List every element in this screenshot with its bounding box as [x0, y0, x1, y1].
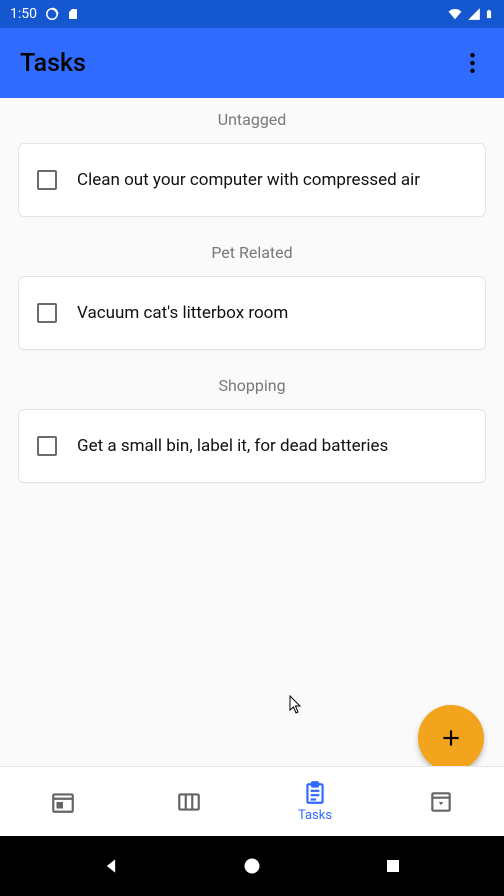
- calendar-day-icon: [50, 789, 76, 815]
- task-row[interactable]: Vacuum cat's litterbox room: [18, 276, 486, 350]
- add-task-fab[interactable]: [418, 705, 484, 766]
- nav-agenda[interactable]: [0, 767, 126, 836]
- battery-icon: [484, 6, 494, 22]
- archive-icon: [428, 789, 454, 815]
- section-header: Pet Related: [0, 231, 504, 270]
- section-header: Untagged: [0, 98, 504, 137]
- task-checkbox[interactable]: [37, 170, 57, 190]
- nav-label: Tasks: [298, 808, 332, 823]
- nav-tasks[interactable]: Tasks: [252, 767, 378, 836]
- columns-icon: [176, 789, 202, 815]
- sd-card-icon: [67, 7, 79, 21]
- nav-columns[interactable]: [126, 767, 252, 836]
- system-back-button[interactable]: [100, 855, 122, 877]
- nav-archive[interactable]: [378, 767, 504, 836]
- page-title: Tasks: [20, 49, 86, 78]
- system-nav: [0, 836, 504, 896]
- task-checkbox[interactable]: [37, 436, 57, 456]
- task-text: Get a small bin, label it, for dead batt…: [77, 436, 388, 456]
- back-triangle-icon: [101, 856, 121, 876]
- plus-icon: [438, 725, 464, 751]
- section-header: Shopping: [0, 364, 504, 403]
- clipboard-list-icon: [302, 780, 328, 806]
- task-text: Clean out your computer with compressed …: [77, 170, 420, 190]
- task-row[interactable]: Get a small bin, label it, for dead batt…: [18, 409, 486, 483]
- overflow-menu-button[interactable]: [460, 51, 484, 75]
- task-text: Vacuum cat's litterbox room: [77, 303, 288, 323]
- task-list-content[interactable]: Untagged Clean out your computer with co…: [0, 98, 504, 766]
- system-home-button[interactable]: [241, 855, 263, 877]
- status-time: 1:50: [10, 6, 37, 22]
- app-bar: Tasks: [0, 28, 504, 98]
- bottom-nav: Tasks: [0, 766, 504, 836]
- wifi-icon: [446, 7, 464, 21]
- recent-square-icon: [384, 857, 402, 875]
- signal-icon: [466, 7, 482, 21]
- task-row[interactable]: Clean out your computer with compressed …: [18, 143, 486, 217]
- home-circle-icon: [242, 856, 262, 876]
- task-checkbox[interactable]: [37, 303, 57, 323]
- status-bar: 1:50: [0, 0, 504, 28]
- data-saver-icon: [45, 7, 59, 21]
- system-recent-button[interactable]: [382, 855, 404, 877]
- more-vert-icon: [470, 53, 475, 73]
